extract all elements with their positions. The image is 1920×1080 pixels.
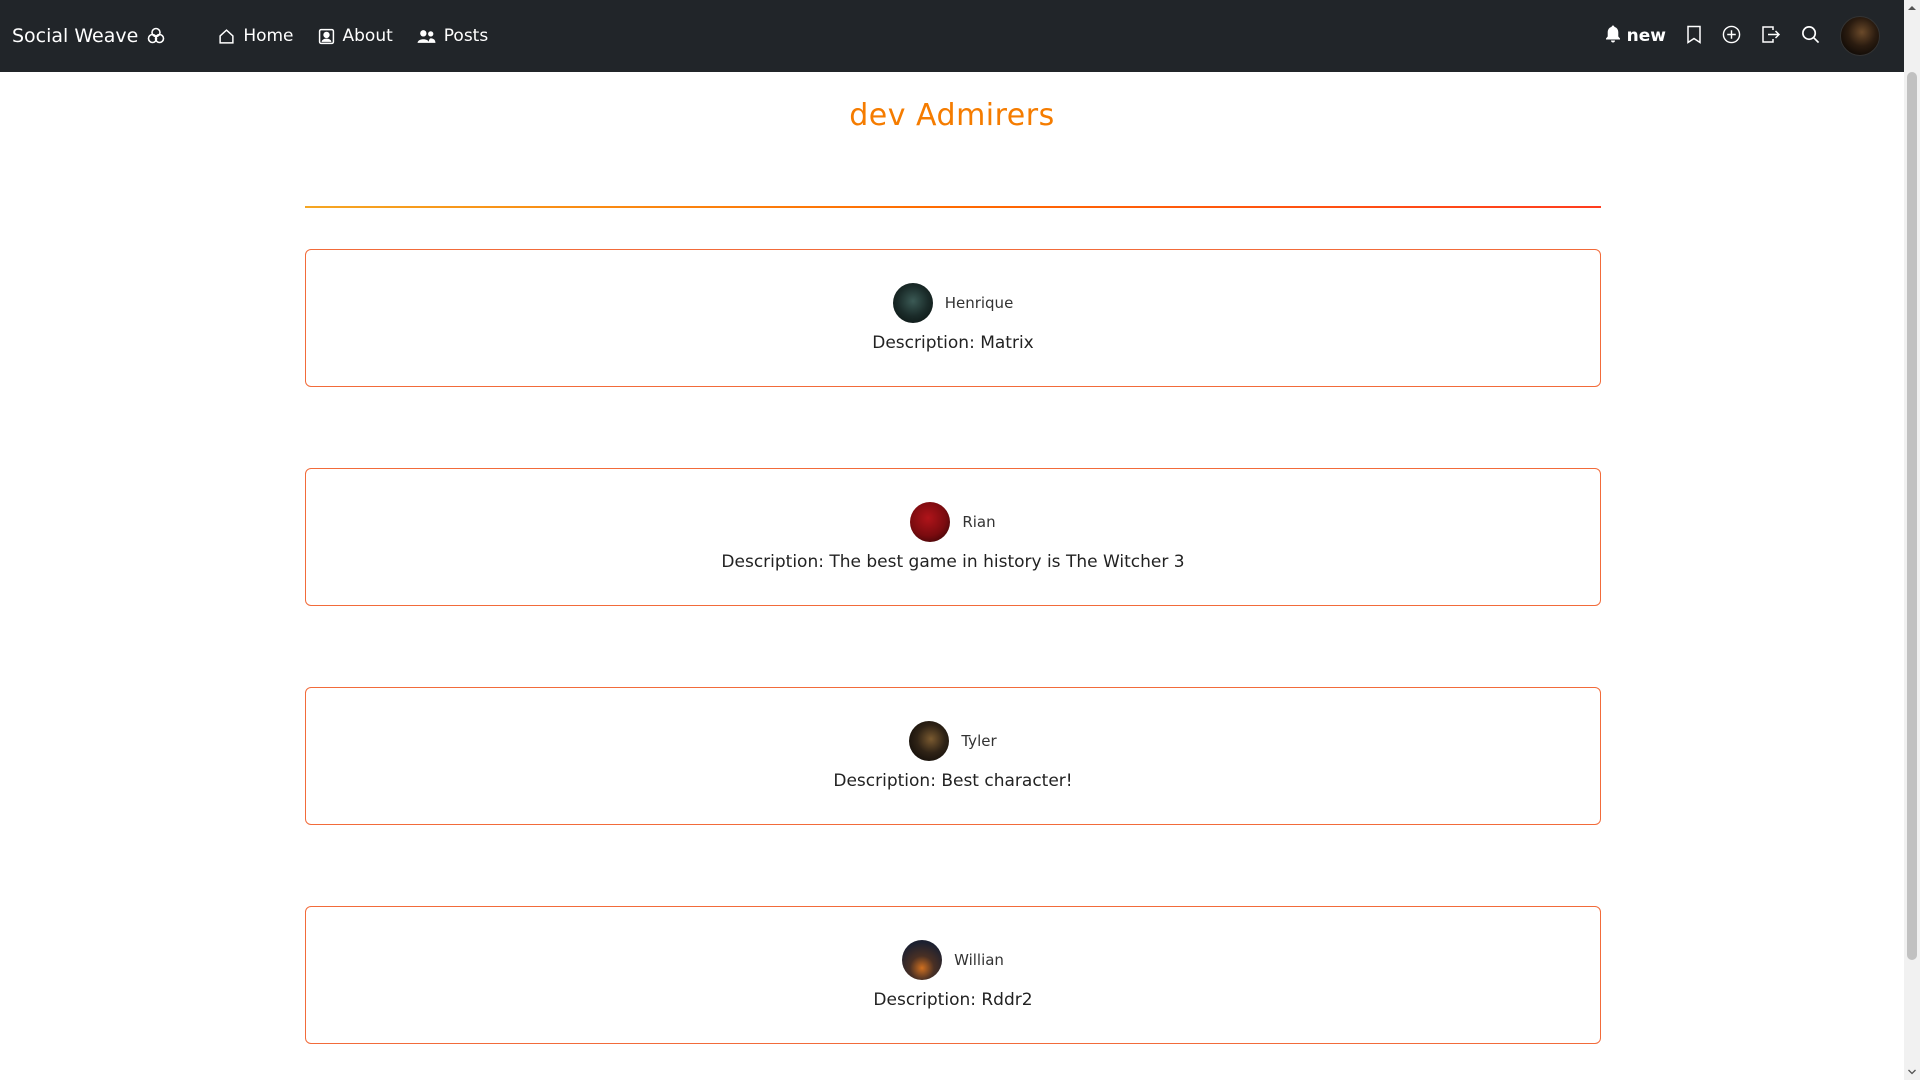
person-badge-icon — [318, 28, 335, 45]
admirer-card: Rian Description: The best game in histo… — [305, 468, 1601, 606]
scroll-up-icon[interactable] — [1904, 0, 1920, 16]
user-avatar — [1840, 16, 1880, 56]
search-button[interactable] — [1801, 25, 1820, 48]
people-icon — [417, 28, 436, 45]
nav-about-label: About — [342, 26, 393, 46]
brand-name: Social Weave — [12, 25, 139, 47]
admirer-description: Description: Rddr2 — [873, 990, 1033, 1010]
page-scrollbar[interactable] — [1904, 0, 1920, 1080]
title-divider — [305, 206, 1601, 208]
nav-home-label: Home — [243, 26, 294, 46]
nav-actions: new — [1605, 16, 1880, 56]
page-title: dev Admirers — [849, 98, 1055, 133]
admirer-name[interactable]: Rian — [962, 513, 995, 531]
bookmark-button[interactable] — [1686, 25, 1702, 48]
logout-button[interactable] — [1761, 25, 1781, 48]
avatar[interactable] — [909, 721, 950, 761]
notifications-label: new — [1626, 26, 1666, 46]
search-icon — [1801, 25, 1820, 48]
nav-home[interactable]: Home — [218, 26, 294, 46]
logout-icon — [1761, 25, 1781, 48]
admirer-user[interactable]: Tyler — [909, 721, 997, 761]
avatar[interactable] — [902, 940, 943, 980]
admirer-user[interactable]: Willian — [902, 940, 1004, 980]
avatar[interactable] — [892, 283, 933, 323]
brand-logo-icon — [146, 26, 166, 46]
admirer-description: Description: Matrix — [872, 333, 1034, 353]
scrollbar-thumb[interactable] — [1907, 72, 1917, 960]
notifications-button[interactable]: new — [1605, 25, 1666, 48]
home-icon — [218, 28, 235, 45]
nav-posts[interactable]: Posts — [417, 26, 488, 46]
main-nav: Home About Posts — [218, 26, 488, 46]
top-navbar: Social Weave Home About Posts new — [0, 0, 1904, 72]
admirer-name[interactable]: Willian — [954, 951, 1004, 969]
admirer-name[interactable]: Henrique — [945, 294, 1014, 312]
admirer-description: Description: The best game in history is… — [721, 552, 1185, 572]
admirer-card: Willian Description: Rddr2 — [305, 906, 1601, 1044]
admirer-name[interactable]: Tyler — [961, 732, 996, 750]
nav-posts-label: Posts — [443, 26, 489, 46]
plus-circle-icon — [1722, 25, 1741, 48]
bookmark-icon — [1686, 25, 1702, 48]
admirer-card: Tyler Description: Best character! — [305, 687, 1601, 825]
bell-icon — [1605, 25, 1621, 48]
nav-about[interactable]: About — [318, 26, 393, 46]
admirer-card: Henrique Description: Matrix — [305, 249, 1601, 387]
admirer-user[interactable]: Henrique — [892, 283, 1014, 323]
scroll-down-icon[interactable] — [1904, 1064, 1920, 1080]
create-post-button[interactable] — [1722, 25, 1741, 48]
profile-menu-button[interactable] — [1840, 16, 1880, 56]
brand-link[interactable]: Social Weave — [12, 25, 166, 47]
admirer-description: Description: Best character! — [833, 771, 1073, 791]
avatar[interactable] — [910, 502, 951, 542]
admirer-user[interactable]: Rian — [910, 502, 996, 542]
